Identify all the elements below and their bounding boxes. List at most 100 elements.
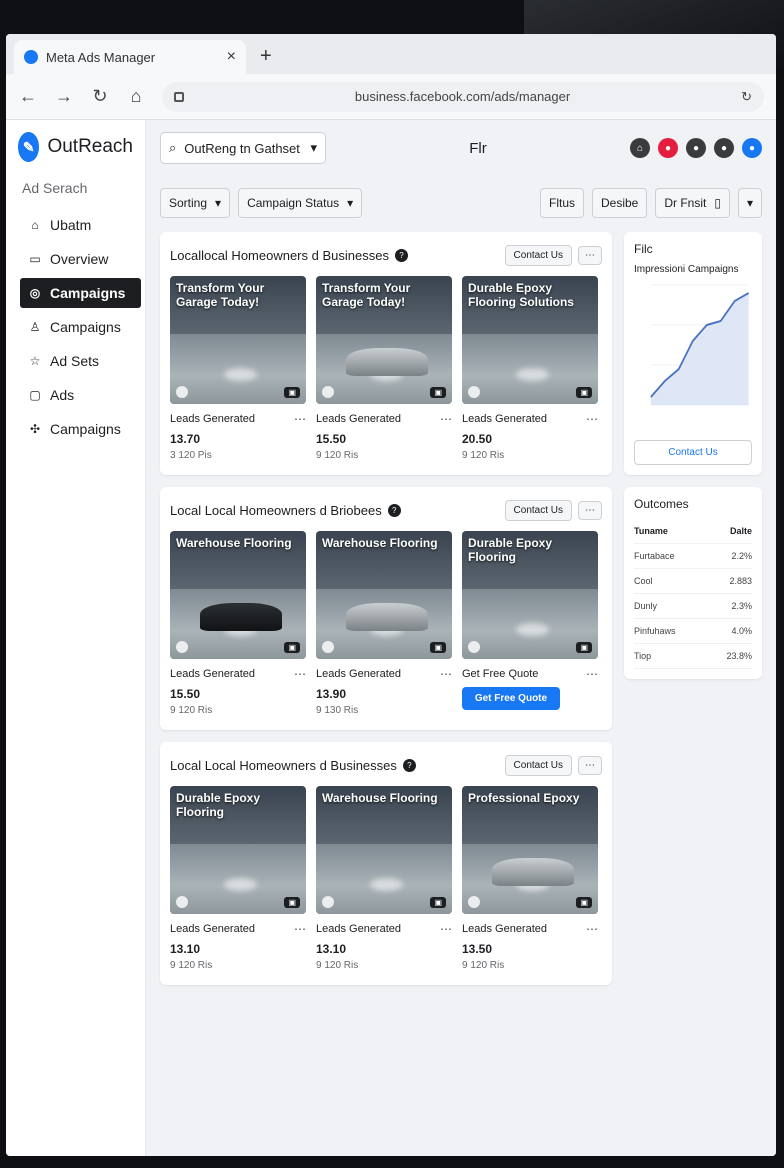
campaign-status-dropdown[interactable]: Campaign Status ▾ xyxy=(238,188,363,218)
ad-menu-icon[interactable]: ⋯ xyxy=(440,412,452,426)
row-label: Cool xyxy=(634,576,653,586)
advertiser-avatar-icon xyxy=(176,641,188,653)
ad-menu-icon[interactable]: ⋯ xyxy=(586,922,598,936)
ad-headline: Warehouse Flooring xyxy=(176,536,292,550)
car-image xyxy=(345,347,428,376)
meta-favicon-icon xyxy=(24,50,38,64)
car-image xyxy=(345,602,428,631)
more-options-dropdown[interactable]: ▾ xyxy=(737,188,762,218)
advertiser-avatar-icon xyxy=(322,896,334,908)
info-icon[interactable]: ? xyxy=(387,503,401,517)
ad-metric-sub: 9 120 Ris xyxy=(316,450,359,461)
reload-icon[interactable]: ↻ xyxy=(90,86,110,107)
contact-us-button[interactable]: Contact Us xyxy=(504,499,572,521)
ad-headline: Transform Your Garage Today! xyxy=(322,281,411,309)
more-options-icon[interactable]: ⋯ xyxy=(578,755,602,775)
ad-metric-row: Leads Generated ⋯ xyxy=(462,922,598,936)
home-shortcut-icon[interactable]: ⌂ xyxy=(630,138,650,158)
sidebar-search[interactable]: Ad Serach xyxy=(6,180,145,208)
ad-metric-value: 15.50 xyxy=(316,432,347,446)
ad-item: Durable Epoxy Flooring Solutions ▣ Leads G… xyxy=(462,276,598,461)
more-options-icon[interactable]: ⋯ xyxy=(578,500,602,520)
browser-tab[interactable]: Meta Ads Manager × xyxy=(14,40,246,74)
more-options-icon[interactable]: ⋯ xyxy=(578,245,602,265)
ad-menu-icon[interactable]: ⋯ xyxy=(586,412,598,426)
tab-title: Meta Ads Manager xyxy=(46,49,156,65)
describe-button[interactable]: Desibe xyxy=(592,188,648,218)
home-icon[interactable]: ⌂ xyxy=(126,86,146,107)
filter-button[interactable]: Fltus xyxy=(539,188,584,218)
campaign-card-header: Locallocal Homeowners d Businesses? Conta… xyxy=(170,242,602,268)
brand[interactable]: ✎ OutReach xyxy=(6,128,145,180)
ad-metric-label: Get Free Quote xyxy=(462,668,539,680)
ad-metric-label: Leads Generated xyxy=(316,923,402,935)
account-search-select[interactable]: ⌕ OutReng tn Gathset ▾ xyxy=(160,132,326,164)
ad-menu-icon[interactable]: ⋯ xyxy=(294,922,306,936)
browser-window: Meta Ads Manager × + ← → ↻ ⌂ business.fa… xyxy=(6,34,776,1156)
placement-badge-icon: ▣ xyxy=(576,897,592,908)
sidebar-item-campaigns[interactable]: ◎ Campaigns xyxy=(20,278,141,308)
content-area: Locallocal Homeowners d Businesses? Conta… xyxy=(160,232,762,985)
bell-icon[interactable]: ● xyxy=(686,138,706,158)
advertiser-avatar-icon xyxy=(176,386,188,398)
row-label: Tuname xyxy=(634,526,668,536)
avatar[interactable]: ● xyxy=(742,138,762,158)
ad-creative-image[interactable]: Transform Your Garage Today! ▣ xyxy=(170,276,306,404)
address-bar[interactable]: business.facebook.com/ads/manager ↻ xyxy=(162,81,764,112)
impressions-panel: Filc Impressioni Campaigns Contact Us xyxy=(624,232,762,475)
back-icon[interactable]: ← xyxy=(18,86,38,107)
ad-menu-icon[interactable]: ⋯ xyxy=(294,667,306,681)
ad-creative-image[interactable]: Durable Epoxy Flooring Solutions ▣ xyxy=(462,276,598,404)
sidebar-item-ad-sets[interactable]: ☆ Ad Sets xyxy=(20,346,141,376)
ad-creative-image[interactable]: Professional Epoxy ▣ xyxy=(462,786,598,914)
contact-us-button[interactable]: Contact Us xyxy=(634,440,752,465)
date-range-label: Dr Fnsit xyxy=(664,196,707,210)
ad-metrics: Leads Generated ⋯ 13.10 9 120 Ris xyxy=(316,922,452,971)
sidebar-item-campaigns[interactable]: ✣ Campaigns xyxy=(20,414,141,444)
ad-menu-icon[interactable]: ⋯ xyxy=(294,412,306,426)
reload-page-icon[interactable]: ↻ xyxy=(741,89,752,105)
chevron-down-icon: ▾ xyxy=(310,140,317,155)
ad-menu-icon[interactable]: ⋯ xyxy=(586,667,598,681)
ad-menu-icon[interactable]: ⋯ xyxy=(440,667,452,681)
ad-creative-image[interactable]: Warehouse Flooring ▣ xyxy=(170,531,306,659)
sidebar-item-label: Ads xyxy=(50,387,75,403)
contact-us-button[interactable]: Contact Us xyxy=(504,244,572,266)
sorting-label: Sorting xyxy=(169,196,208,210)
sorting-dropdown[interactable]: Sorting ▾ xyxy=(160,188,231,218)
impressions-chart xyxy=(650,284,749,406)
new-tab-icon[interactable]: + xyxy=(246,45,286,74)
ad-item: Warehouse Flooring ▣ Leads Generated ⋯ 15.50… xyxy=(170,531,306,716)
ad-creative-image[interactable]: Warehouse Flooring ▣ xyxy=(316,531,452,659)
advertiser-avatar-icon xyxy=(468,641,480,653)
forward-icon[interactable]: → xyxy=(54,86,74,107)
panel-title: Filc xyxy=(634,242,653,256)
ad-creative-image[interactable]: Durable Epoxy Flooring ▣ xyxy=(462,531,598,659)
info-icon[interactable]: ? xyxy=(394,248,408,262)
settings-icon[interactable]: ● xyxy=(714,138,734,158)
ad-menu-icon[interactable]: ⋯ xyxy=(440,922,452,936)
chevron-down-icon: ▾ xyxy=(746,196,753,210)
campaign-card-header: Local Local Homeowners d Businesses? Cont… xyxy=(170,752,602,778)
sidebar-item-ads[interactable]: ▢ Ads xyxy=(20,380,141,410)
ad-item: Transform Your Garage Today! ▣ Leads Gener… xyxy=(170,276,306,461)
ad-metrics: Get Free Quote ⋯ Get Free Quote xyxy=(462,667,598,710)
sidebar-item-ubatm[interactable]: ⌂ Ubatm xyxy=(20,210,141,240)
get-free-quote-button[interactable]: Get Free Quote xyxy=(462,687,560,710)
contact-us-button[interactable]: Contact Us xyxy=(504,754,572,776)
sidebar-item-campaigns[interactable]: ♙ Campaigns xyxy=(20,312,141,342)
ad-creative-image[interactable]: Durable Epoxy Flooring ▣ xyxy=(170,786,306,914)
notification-icon[interactable]: ● xyxy=(658,138,678,158)
ad-metric-row: Leads Generated ⋯ xyxy=(170,667,306,681)
info-icon[interactable]: ? xyxy=(402,758,416,772)
ad-metric-label: Leads Generated xyxy=(462,413,548,425)
ad-metric-sub: 9 120 Ris xyxy=(462,450,505,461)
sidebar-item-overview[interactable]: ▭ Overview xyxy=(20,244,141,274)
date-range-dropdown[interactable]: Dr Fnsit ▯ xyxy=(655,188,730,218)
placement-badge-icon: ▣ xyxy=(576,642,592,653)
close-icon[interactable]: × xyxy=(227,48,236,66)
row-label: Pinfuhaws xyxy=(634,626,676,636)
ad-creative-image[interactable]: Transform Your Garage Today! ▣ xyxy=(316,276,452,404)
ad-creative-image[interactable]: Warehouse Flooring ▣ xyxy=(316,786,452,914)
ad-item: Durable Epoxy Flooring ▣ Leads Generated ⋯ 1… xyxy=(170,786,306,971)
